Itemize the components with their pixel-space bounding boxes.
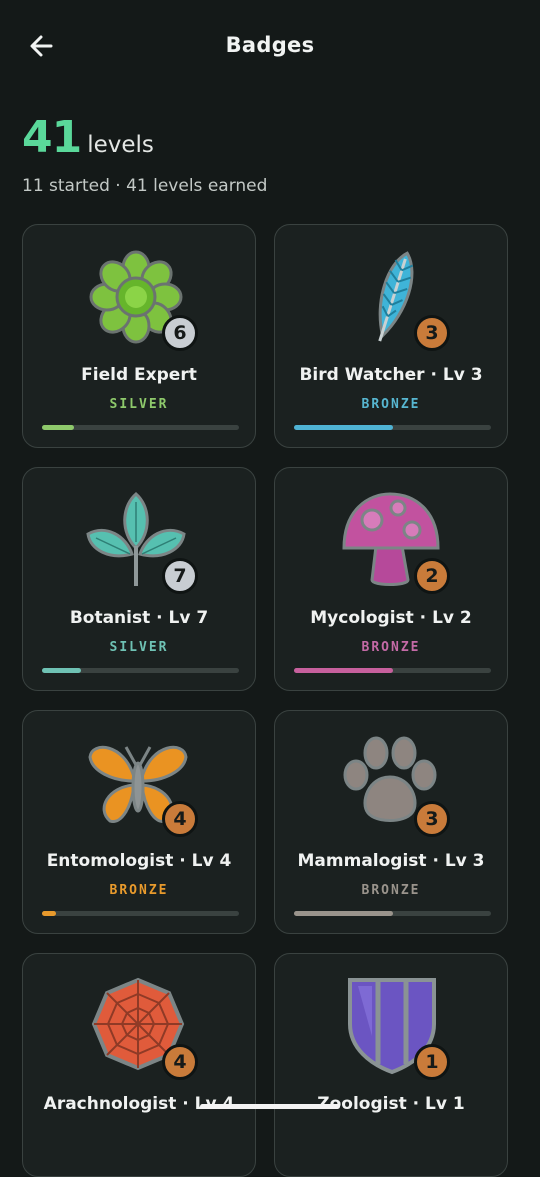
badge-tier: SILVER xyxy=(109,640,169,655)
progress-fill xyxy=(294,668,393,673)
level-badge: 1 xyxy=(414,1044,450,1080)
progress-fill xyxy=(294,425,393,430)
badge-card-entomologist[interactable]: 4 Entomologist · Lv 4 BRONZE xyxy=(22,710,256,934)
badge-name: Mycologist · Lv 2 xyxy=(310,608,472,628)
badge-name: Entomologist · Lv 4 xyxy=(46,851,232,871)
level-badge: 2 xyxy=(414,558,450,594)
levels-count: 41 xyxy=(22,112,82,163)
level-badge: 7 xyxy=(162,558,198,594)
badge-tier: BRONZE xyxy=(361,640,421,655)
levels-summary: 41 levels xyxy=(22,112,154,163)
level-badge: 6 xyxy=(162,315,198,351)
progress-fill xyxy=(42,911,56,916)
level-badge: 3 xyxy=(414,801,450,837)
levels-subtitle: 11 started · 41 levels earned xyxy=(22,176,268,196)
badge-card-zoologist[interactable]: 1 Zoologist · Lv 1 xyxy=(274,953,508,1177)
badge-card-bird-watcher[interactable]: 3 Bird Watcher · Lv 3 BRONZE xyxy=(274,224,508,448)
progress-bar xyxy=(294,425,491,430)
progress-bar xyxy=(42,668,239,673)
badge-card-mammalogist[interactable]: 3 Mammalogist · Lv 3 BRONZE xyxy=(274,710,508,934)
badge-name: Bird Watcher · Lv 3 xyxy=(299,365,483,385)
page-title: Badges xyxy=(225,33,315,57)
progress-bar xyxy=(294,911,491,916)
badge-name: Botanist · Lv 7 xyxy=(69,608,209,628)
badge-tier: BRONZE xyxy=(109,883,169,898)
level-badge: 3 xyxy=(414,315,450,351)
badge-name: Mammalogist · Lv 3 xyxy=(297,851,485,871)
badge-card-botanist[interactable]: 7 Botanist · Lv 7 SILVER xyxy=(22,467,256,691)
badge-card-field-expert[interactable]: 6 Field Expert SILVER xyxy=(22,224,256,448)
badge-card-mycologist[interactable]: 2 Mycologist · Lv 2 BRONZE xyxy=(274,467,508,691)
progress-fill xyxy=(42,668,82,673)
progress-bar xyxy=(294,668,491,673)
top-bar: Badges xyxy=(0,0,540,92)
levels-unit: levels xyxy=(87,132,154,158)
progress-bar xyxy=(42,911,239,916)
badge-card-arachnologist[interactable]: 4 Arachnologist · Lv 4 xyxy=(22,953,256,1177)
progress-fill xyxy=(294,911,393,916)
level-badge: 4 xyxy=(162,1044,198,1080)
home-indicator[interactable] xyxy=(200,1104,340,1109)
badge-tier: BRONZE xyxy=(361,883,421,898)
progress-fill xyxy=(42,425,74,430)
badge-name: Field Expert xyxy=(81,365,197,385)
badge-tier: SILVER xyxy=(109,397,169,412)
progress-bar xyxy=(42,425,239,430)
badge-tier: BRONZE xyxy=(361,397,421,412)
level-badge: 4 xyxy=(162,801,198,837)
